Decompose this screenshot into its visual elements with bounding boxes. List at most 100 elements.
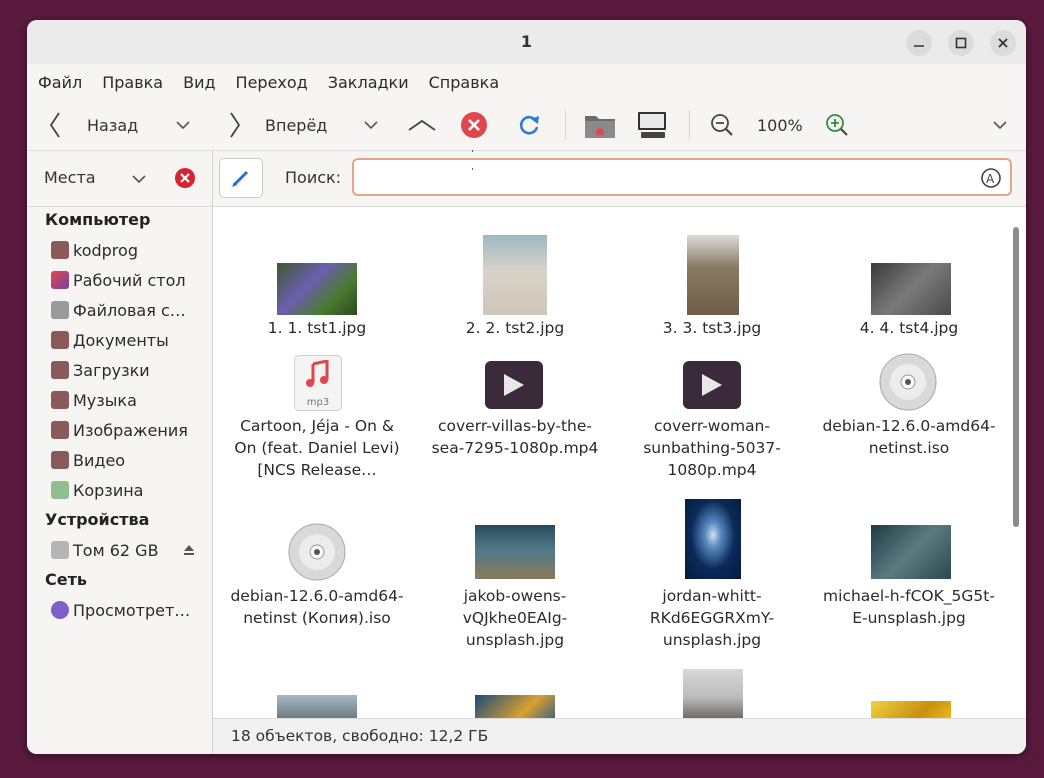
downloads-folder-icon: [51, 361, 69, 379]
menu-view[interactable]: Вид: [183, 73, 215, 92]
minimize-button[interactable]: [906, 30, 932, 56]
file-item[interactable]: debian-12.6.0-amd64-netinst (Копия).iso: [227, 585, 407, 629]
sidebar-item-label: Музыка: [73, 390, 137, 410]
play-icon: [504, 374, 524, 396]
chevron-right-icon: [230, 112, 241, 138]
close-sidebar-icon[interactable]: [174, 167, 196, 189]
chevron-down-icon: [364, 121, 378, 130]
menu-go[interactable]: Переход: [236, 73, 308, 92]
sidebar-item-network[interactable]: Просмотрет…: [51, 595, 190, 625]
sidebar-item-label: Загрузки: [73, 360, 150, 380]
status-text: 18 объектов, свободно: 12,2 ГБ: [231, 727, 489, 745]
back-button[interactable]: Назад: [47, 100, 138, 150]
file-item[interactable]: 3. 3. tst3.jpg: [622, 317, 802, 339]
sidebar-item-label: Видео: [73, 450, 126, 470]
video-file-icon[interactable]: [683, 361, 741, 409]
zoom-in-button[interactable]: [825, 100, 849, 150]
stop-button[interactable]: [460, 100, 488, 150]
toolbar-overflow-dropdown[interactable]: [992, 100, 1008, 150]
menu-bookmarks[interactable]: Закладки: [328, 73, 409, 92]
music-note-icon: [306, 360, 329, 387]
home-folder-icon: [585, 116, 615, 138]
image-thumbnail[interactable]: [475, 695, 555, 718]
maximize-button[interactable]: [948, 30, 974, 56]
reload-button[interactable]: [517, 100, 541, 150]
documents-folder-icon: [51, 331, 69, 349]
image-thumbnail[interactable]: [871, 263, 951, 315]
image-thumbnail[interactable]: [683, 669, 743, 718]
image-thumbnail[interactable]: [475, 525, 555, 579]
file-item[interactable]: jakob-owens-vQJkhe0EAIg-unsplash.jpg: [425, 585, 605, 651]
sidebar-item-label: Корзина: [73, 480, 144, 500]
toolbar: Назад Вперёд 100%: [27, 100, 1026, 151]
sidebar-section-devices: Устройства: [45, 510, 150, 529]
search-box[interactable]: A: [352, 158, 1012, 196]
search-input[interactable]: [362, 160, 976, 196]
sidebar-item-music[interactable]: Музыка: [51, 385, 137, 415]
zoom-value: 100%: [757, 115, 803, 135]
back-label: Назад: [87, 115, 139, 135]
forward-button[interactable]: Вперёд: [227, 100, 327, 150]
eject-icon[interactable]: [183, 544, 195, 556]
file-item[interactable]: michael-h-fCOK_5G5t-E-unsplash.jpg: [819, 585, 999, 629]
search-options-icon[interactable]: A: [980, 167, 1002, 189]
sidebar-item-home[interactable]: kodprog: [51, 235, 138, 265]
titlebar[interactable]: 1: [27, 20, 1026, 64]
sidebar-item-pictures[interactable]: Изображения: [51, 415, 188, 445]
sidebar-item-videos[interactable]: Видео: [51, 445, 125, 475]
sidebar-item-desktop[interactable]: Рабочий стол: [51, 265, 186, 295]
computer-button[interactable]: [637, 100, 669, 150]
sidebar-item-documents[interactable]: Документы: [51, 325, 169, 355]
sidebar-item-downloads[interactable]: Загрузки: [51, 355, 150, 385]
file-icon-view[interactable]: 1. 1. tst1.jpg 2. 2. tst2.jpg 3. 3. tst3…: [213, 207, 1026, 718]
sidebar-item-trash[interactable]: Корзина: [51, 475, 143, 505]
image-thumbnail[interactable]: [871, 701, 951, 718]
pictures-folder-icon: [51, 421, 69, 439]
image-thumbnail[interactable]: [277, 695, 357, 718]
menu-edit[interactable]: Правка: [102, 73, 163, 92]
chevron-up-icon: [408, 119, 436, 131]
file-item[interactable]: Cartoon, Jéja - On & On (feat. Daniel Le…: [227, 415, 407, 481]
file-item[interactable]: coverr-villas-by-the-sea-7295-1080p.mp4: [425, 415, 605, 459]
menu-help[interactable]: Справка: [429, 73, 500, 92]
chevron-down-icon[interactable]: [131, 173, 147, 185]
desktop-icon: [51, 271, 69, 289]
forward-label: Вперёд: [265, 115, 328, 135]
places-selector-label[interactable]: Места: [44, 168, 96, 187]
file-item[interactable]: debian-12.6.0-amd64-netinst.iso: [819, 415, 999, 459]
disc-icon[interactable]: [288, 523, 346, 581]
close-button[interactable]: [990, 30, 1016, 56]
disc-icon[interactable]: [879, 353, 937, 411]
image-thumbnail[interactable]: [871, 525, 951, 579]
toggle-location-button[interactable]: [219, 158, 263, 198]
back-history-dropdown[interactable]: [175, 100, 191, 150]
play-icon: [702, 374, 722, 396]
close-icon: [998, 38, 1008, 48]
sidebar-item-filesystem[interactable]: Файловая с…: [51, 295, 186, 325]
home-button[interactable]: [584, 100, 616, 150]
sidebar-item-label: kodprog: [73, 240, 138, 260]
file-item[interactable]: jordan-whitt-RKd6EGGRXmY-unsplash.jpg: [622, 585, 802, 651]
zoom-level[interactable]: 100%: [757, 100, 803, 150]
up-button[interactable]: [407, 100, 437, 150]
image-thumbnail[interactable]: [685, 499, 741, 579]
file-item[interactable]: 2. 2. tst2.jpg: [425, 317, 605, 339]
music-folder-icon: [51, 391, 69, 409]
vertical-scrollbar[interactable]: [1013, 227, 1019, 527]
file-item[interactable]: coverr-woman-sunbathing-5037-1080p.mp4: [622, 415, 802, 481]
audio-file-icon[interactable]: mp3: [294, 355, 342, 411]
zoom-out-button[interactable]: [710, 100, 734, 150]
minimize-icon: [914, 45, 924, 47]
menu-file[interactable]: Файл: [38, 73, 82, 92]
image-thumbnail[interactable]: [687, 235, 739, 315]
image-thumbnail[interactable]: [483, 235, 547, 315]
image-thumbnail[interactable]: [277, 263, 357, 315]
forward-history-dropdown[interactable]: [363, 100, 379, 150]
video-file-icon[interactable]: [485, 361, 543, 409]
maximize-icon: [955, 37, 967, 49]
file-item[interactable]: 1. 1. tst1.jpg: [227, 317, 407, 339]
file-item[interactable]: 4. 4. tst4.jpg: [819, 317, 999, 339]
sidebar-item-volume[interactable]: Том 62 GB: [51, 535, 195, 565]
computer-icon: [638, 112, 666, 138]
toolbar-separator: [689, 110, 690, 140]
